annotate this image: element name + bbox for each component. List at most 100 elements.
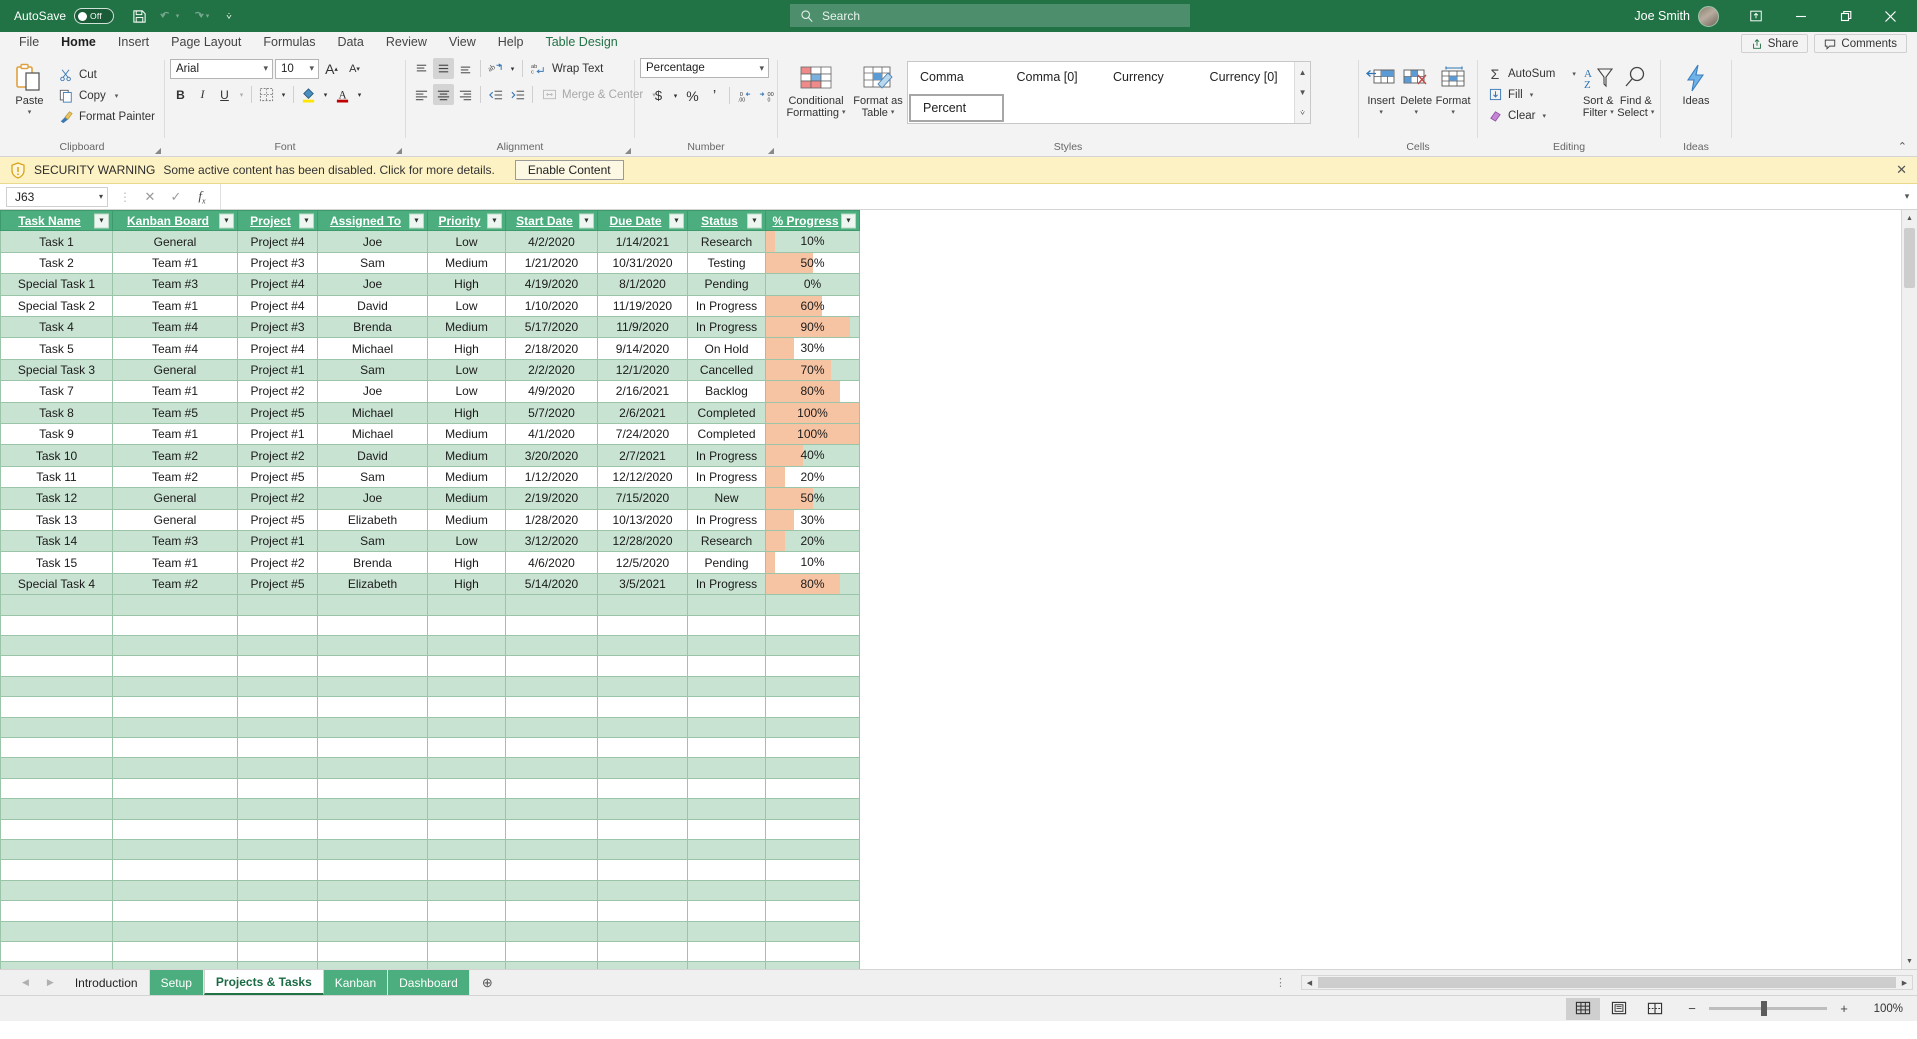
fill-color-button[interactable] <box>298 84 319 105</box>
cell-empty[interactable] <box>112 777 238 800</box>
cell-kanban-board[interactable]: Team #4 <box>112 316 238 339</box>
cell-styles-gallery[interactable]: Comma Comma [0] Currency Currency [0] Pe… <box>907 61 1311 124</box>
cell-empty[interactable] <box>112 838 238 861</box>
cell-empty[interactable] <box>427 879 506 902</box>
filter-dropdown-icon[interactable]: ▼ <box>487 213 502 229</box>
table-row[interactable] <box>0 635 860 657</box>
increase-font-size-button[interactable]: A ▴ <box>321 58 342 79</box>
cell-task-name[interactable]: Task 13 <box>0 508 113 532</box>
increase-decimal-button[interactable]: 0.00 <box>734 85 755 106</box>
cell-due-date[interactable]: 12/12/2020 <box>597 465 688 489</box>
cell-priority[interactable]: High <box>427 551 506 574</box>
tab-table-design[interactable]: Table Design <box>534 32 628 54</box>
avatar[interactable] <box>1698 5 1719 27</box>
ideas-button[interactable]: Ideas <box>1673 58 1719 107</box>
cell-progress[interactable]: 50% <box>765 487 860 510</box>
cell-empty[interactable] <box>765 716 860 739</box>
cell-empty[interactable] <box>505 675 598 698</box>
sheet-tab-projects-tasks[interactable]: Projects & Tasks <box>203 970 324 995</box>
minimize-icon[interactable] <box>1778 0 1823 32</box>
cell-empty[interactable] <box>765 737 860 759</box>
align-top-button[interactable] <box>411 58 432 79</box>
tab-split-handle[interactable]: ⋮ <box>1261 976 1301 989</box>
align-middle-button[interactable] <box>433 58 454 79</box>
chevron-down-icon[interactable]: ▾ <box>1530 91 1534 99</box>
cell-empty[interactable] <box>505 920 598 942</box>
cell-empty[interactable] <box>427 818 506 840</box>
cell-task-name[interactable]: Special Task 1 <box>0 273 113 296</box>
cell-priority[interactable]: Medium <box>427 423 506 446</box>
cell-progress[interactable]: 20% <box>765 530 860 553</box>
cell-start-date[interactable]: 2/19/2020 <box>505 487 598 510</box>
cell-empty[interactable] <box>427 920 506 942</box>
cell-empty[interactable] <box>597 696 688 718</box>
alignment-dialog-launcher[interactable]: ◢ <box>625 146 631 155</box>
font-color-dropdown-icon[interactable]: ▾ <box>354 84 365 105</box>
cell-empty[interactable] <box>427 859 506 881</box>
cell-empty[interactable] <box>0 940 113 963</box>
cell-empty[interactable] <box>765 859 860 881</box>
cell-kanban-board[interactable]: Team #1 <box>112 251 238 275</box>
cell-empty[interactable] <box>317 635 428 657</box>
cell-project[interactable]: Project #1 <box>237 530 318 553</box>
format-cells-button[interactable]: Format ▾ <box>1434 58 1472 119</box>
cell-assigned-to[interactable]: David <box>317 294 428 318</box>
cell-progress[interactable]: 90% <box>765 316 860 339</box>
cell-empty[interactable] <box>237 940 318 963</box>
scroll-right-icon[interactable]: ▶ <box>1897 979 1912 987</box>
cell-empty[interactable] <box>317 961 428 969</box>
cell-assigned-to[interactable]: Elizabeth <box>317 572 428 596</box>
copy-dropdown-icon[interactable]: ▾ <box>115 92 119 100</box>
cell-status[interactable]: Research <box>687 230 766 253</box>
cell-progress[interactable]: 50% <box>765 251 860 275</box>
cell-task-name[interactable]: Task 12 <box>0 487 113 510</box>
cell-priority[interactable]: High <box>427 572 506 596</box>
cell-due-date[interactable]: 7/15/2020 <box>597 487 688 510</box>
cell-empty[interactable] <box>317 594 428 616</box>
cell-kanban-board[interactable]: Team #3 <box>112 530 238 553</box>
sheet-tab-dashboard[interactable]: Dashboard <box>388 970 470 995</box>
cell-empty[interactable] <box>687 777 766 800</box>
vertical-scrollbar[interactable]: ▲ ▼ <box>1901 210 1917 969</box>
cell-priority[interactable]: High <box>427 273 506 296</box>
chevron-down-icon[interactable]: ▾ <box>1414 107 1418 119</box>
cell-empty[interactable] <box>112 696 238 718</box>
cell-status[interactable]: In Progress <box>687 508 766 532</box>
number-dialog-launcher[interactable]: ◢ <box>768 146 774 155</box>
cell-status[interactable]: Completed <box>687 401 766 425</box>
chevron-down-icon[interactable]: ▾ <box>1572 70 1576 78</box>
cell-project[interactable]: Project #2 <box>237 487 318 510</box>
align-right-button[interactable] <box>455 84 476 105</box>
add-sheet-icon[interactable]: ⊕ <box>470 970 505 995</box>
cell-empty[interactable] <box>427 961 506 969</box>
cell-empty[interactable] <box>687 838 766 861</box>
cell-start-date[interactable]: 5/14/2020 <box>505 572 598 596</box>
table-row[interactable]: Task 9 Team #1 Project #1 Michael Medium 4/1/… <box>0 423 860 446</box>
cell-start-date[interactable]: 4/1/2020 <box>505 423 598 446</box>
cell-kanban-board[interactable]: Team #5 <box>112 401 238 425</box>
cell-empty[interactable] <box>687 900 766 922</box>
number-format-select[interactable]: Percentage ▾ <box>640 58 769 78</box>
cell-empty[interactable] <box>597 594 688 616</box>
tab-formulas[interactable]: Formulas <box>252 32 326 54</box>
cell-empty[interactable] <box>237 675 318 698</box>
sheet-tab-introduction[interactable]: Introduction <box>64 970 150 995</box>
format-painter-button[interactable]: Format Painter <box>54 106 159 127</box>
cell-assigned-to[interactable]: Joe <box>317 230 428 253</box>
wrap-text-button[interactable]: ab c Wrap Text <box>527 58 607 79</box>
increase-indent-button[interactable] <box>507 84 528 105</box>
cell-kanban-board[interactable]: Team #2 <box>112 572 238 596</box>
chevron-down-icon[interactable]: ▾ <box>891 107 895 119</box>
cell-empty[interactable] <box>597 614 688 637</box>
cell-progress[interactable]: 80% <box>765 380 860 403</box>
tab-page-layout[interactable]: Page Layout <box>160 32 252 54</box>
cell-empty[interactable] <box>687 940 766 963</box>
styles-gallery-scrollbar[interactable]: ▲ ▼ ⩒ <box>1294 62 1310 123</box>
cell-empty[interactable] <box>765 696 860 718</box>
clipboard-dialog-launcher[interactable]: ◢ <box>155 146 161 155</box>
cell-empty[interactable] <box>0 798 113 820</box>
page-layout-view-icon[interactable] <box>1602 998 1636 1020</box>
cell-empty[interactable] <box>427 838 506 861</box>
cell-style-percent[interactable]: Percent <box>909 93 1004 122</box>
cell-start-date[interactable]: 4/9/2020 <box>505 380 598 403</box>
